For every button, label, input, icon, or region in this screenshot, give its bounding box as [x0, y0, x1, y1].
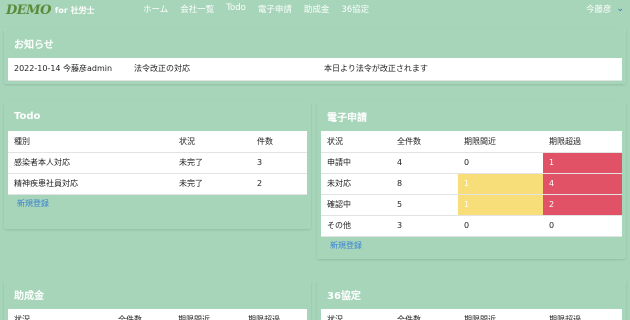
e-application-body: 状況 全件数 期限間近 期限超過 申請中 4 0 1 未対応 8 1 4 確認中… [317, 131, 626, 259]
todo-count: 2 [251, 173, 307, 195]
column-header: 状況 [173, 131, 251, 153]
nav-link-home[interactable]: ホーム [143, 3, 168, 15]
todo-card: Todo 種別 状況 件数 感染者本人対応 未完了 3 精神疾患社員対応 未完了… [4, 101, 311, 229]
logo[interactable]: DEMO for 社労士 [6, 1, 95, 19]
notice-subject[interactable]: 法令改正の対応 [128, 58, 318, 81]
status-cell: 申請中 [321, 152, 391, 174]
todo-type: 精神疾患社員対応 [8, 173, 173, 195]
column-header: 全件数 [112, 309, 172, 320]
nav-links: ホーム 会社一覧 Todo 電子申請 助成金 36協定 [143, 3, 381, 15]
notice-card: お知らせ 2022-10-14 今藤彦admin 法令改正の対応 本日より法令が… [4, 28, 626, 84]
logo-subtitle: for 社労士 [54, 5, 95, 15]
todo-body: 種別 状況 件数 感染者本人対応 未完了 3 精神疾患社員対応 未完了 2 新規… [4, 131, 311, 229]
column-header: 全件数 [391, 131, 458, 153]
column-header: 状況 [321, 309, 391, 320]
notice-table: 2022-10-14 今藤彦admin 法令改正の対応 本日より法令が改正されま… [8, 58, 622, 81]
subsidy-card: 助成金 状況 全件数 期限間近 期限超過 [4, 279, 311, 320]
nav-link-todo[interactable]: Todo [226, 3, 246, 15]
table-row[interactable]: 確認中 5 1 2 [321, 194, 622, 216]
e-application-title: 電子申請 [317, 101, 626, 131]
todo-new-link[interactable]: 新規登録 [8, 195, 307, 212]
e-application-card: 電子申請 状況 全件数 期限間近 期限超過 申請中 4 0 1 未対応 8 1 … [317, 101, 626, 259]
notice-title: お知らせ [4, 28, 626, 58]
column-header: 種別 [8, 131, 173, 153]
nav-link-subsidy[interactable]: 助成金 [304, 3, 330, 15]
nav-link-companies[interactable]: 会社一覧 [180, 3, 214, 15]
logo-mark: DEMO [6, 2, 51, 18]
user-menu[interactable]: 今藤彦 ⌄ [586, 3, 624, 15]
table-row[interactable]: 感染者本人対応 未完了 3 [8, 152, 307, 174]
todo-status: 未完了 [173, 173, 251, 195]
status-cell: その他 [321, 215, 391, 237]
due-soon-cell: 1 [458, 173, 543, 195]
overdue-cell: 0 [543, 215, 622, 237]
column-header: 期限超過 [242, 309, 307, 320]
e-application-table: 状況 全件数 期限間近 期限超過 申請中 4 0 1 未対応 8 1 4 確認中… [321, 131, 622, 237]
navbar: DEMO for 社労士 ホーム 会社一覧 Todo 電子申請 助成金 36協定… [0, 0, 630, 20]
column-header: 全件数 [391, 309, 458, 320]
agreement-36-title: 36協定 [317, 279, 626, 309]
notice-body-text: 本日より法令が改正されます [318, 58, 622, 81]
nav-link-e-application[interactable]: 電子申請 [258, 3, 292, 15]
status-cell: 未対応 [321, 173, 391, 195]
todo-status: 未完了 [173, 152, 251, 174]
column-header: 件数 [251, 131, 307, 153]
chevron-down-icon: ⌄ [616, 4, 624, 14]
todo-type: 感染者本人対応 [8, 152, 173, 174]
due-soon-cell: 1 [458, 194, 543, 216]
due-soon-cell: 0 [458, 215, 543, 237]
subsidy-body: 状況 全件数 期限間近 期限超過 [4, 309, 311, 320]
total-cell: 3 [391, 215, 458, 237]
agreement-36-body: 状況 全件数 期限間近 期限超過 [317, 309, 626, 320]
table-row[interactable]: 2022-10-14 今藤彦admin 法令改正の対応 本日より法令が改正されま… [8, 58, 622, 81]
subsidy-table: 状況 全件数 期限間近 期限超過 [8, 309, 307, 320]
overdue-cell: 4 [543, 173, 622, 195]
nav-link-36-agreement[interactable]: 36協定 [341, 3, 369, 15]
overdue-cell: 2 [543, 194, 622, 216]
column-header: 期限超過 [543, 309, 622, 320]
column-header: 期限間近 [458, 309, 543, 320]
column-header: 状況 [321, 131, 391, 153]
table-row[interactable]: 未対応 8 1 4 [321, 173, 622, 195]
column-header: 期限間近 [172, 309, 242, 320]
todo-count: 3 [251, 152, 307, 174]
table-row[interactable]: 精神疾患社員対応 未完了 2 [8, 173, 307, 195]
overdue-cell: 1 [543, 152, 622, 174]
notice-date-author: 2022-10-14 今藤彦admin [8, 58, 128, 81]
table-row[interactable]: その他 3 0 0 [321, 215, 622, 237]
agreement-36-table: 状況 全件数 期限間近 期限超過 [321, 309, 622, 320]
column-header: 期限超過 [543, 131, 622, 153]
total-cell: 8 [391, 173, 458, 195]
table-header-row: 状況 全件数 期限間近 期限超過 [8, 309, 307, 320]
subsidy-title: 助成金 [4, 279, 311, 309]
total-cell: 4 [391, 152, 458, 174]
user-name: 今藤彦 [585, 5, 612, 15]
e-application-new-link[interactable]: 新規登録 [321, 237, 622, 254]
status-cell: 確認中 [321, 194, 391, 216]
total-cell: 5 [391, 194, 458, 216]
table-header-row: 状況 全件数 期限間近 期限超過 [321, 309, 622, 320]
notice-body: 2022-10-14 今藤彦admin 法令改正の対応 本日より法令が改正されま… [4, 58, 626, 84]
table-header-row: 状況 全件数 期限間近 期限超過 [321, 131, 622, 153]
todo-table: 種別 状況 件数 感染者本人対応 未完了 3 精神疾患社員対応 未完了 2 [8, 131, 307, 195]
table-header-row: 種別 状況 件数 [8, 131, 307, 153]
column-header: 状況 [8, 309, 112, 320]
column-header: 期限間近 [458, 131, 543, 153]
todo-title: Todo [4, 101, 311, 131]
agreement-36-card: 36協定 状況 全件数 期限間近 期限超過 [317, 279, 626, 320]
due-soon-cell: 0 [458, 152, 543, 174]
table-row[interactable]: 申請中 4 0 1 [321, 152, 622, 174]
